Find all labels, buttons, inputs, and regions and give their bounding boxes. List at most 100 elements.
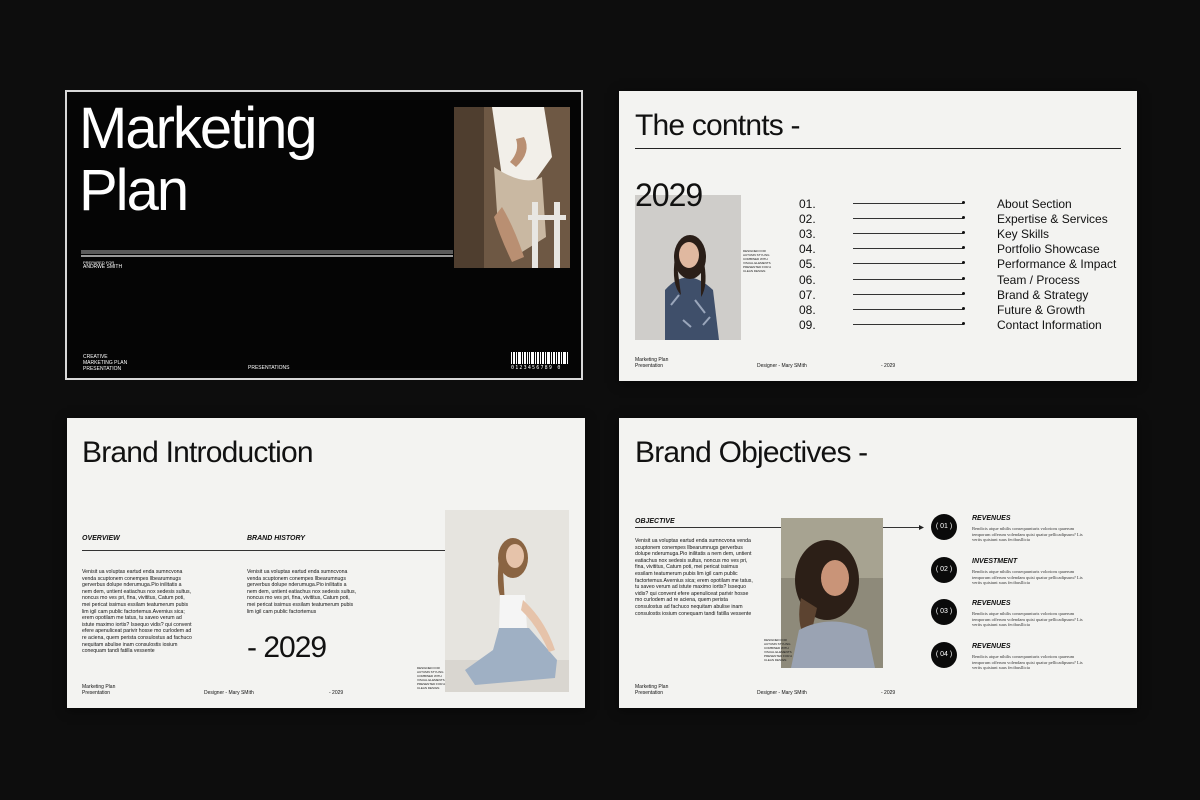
cover-footer-left: CREATIVE MARKETING PLAN PRESENTATION [83, 354, 128, 372]
overview-text: Venisit ua voluptas eartud enda sumncvon… [82, 569, 192, 655]
slide-cover: Marketing Plan PREPARED FOR ANDRWE SMITH… [65, 90, 583, 380]
contents-title: The contnts - [635, 109, 800, 142]
objective-number: ( 03 ) [931, 599, 957, 625]
toc-dot [962, 277, 965, 280]
objective-text: Venisit ua voluptas eartud enda sumncvon… [635, 538, 753, 617]
toc-number: 04. [799, 242, 816, 256]
toc-leader-line [853, 263, 963, 264]
photo-caption: DESIGNED FOR AUTUMN STYLING COMBINED WIT… [764, 638, 793, 662]
objective-item: ( 02 ) INVESTMENT Bendicis atque nihilis… [931, 557, 1131, 597]
toc-dot [962, 292, 965, 295]
footer-year: - 2029 [881, 363, 896, 369]
toc-leader-line [853, 233, 963, 234]
footer-year: - 2029 [329, 690, 344, 696]
barcode-icon [511, 352, 568, 364]
brand-history-text: Venisit ua voluptas eartud enda sumncvon… [247, 569, 356, 615]
slide-contents: The contnts - 2029 DESIGNED FOR AUTUMN S… [619, 91, 1137, 381]
toc-dot [962, 261, 965, 264]
objective-description: Bendicis atque nihilis consequunturis vo… [972, 569, 1083, 585]
footer-designer: Designer - Mary SMith [757, 363, 807, 369]
toc-leader-line [853, 309, 963, 310]
cover-title: Marketing Plan [79, 96, 318, 223]
toc-dot [962, 231, 965, 234]
objective-number: ( 04 ) [931, 642, 957, 668]
toc-label: Performance & Impact [997, 257, 1117, 271]
objective-heading: OBJECTIVE [635, 518, 675, 525]
objective-description: Bendicis atque nihilis consequunturis vo… [972, 611, 1083, 627]
toc-leader-line [853, 294, 963, 295]
footer-left: Marketing Plan Presentation [82, 684, 116, 696]
toc-dot [962, 246, 965, 249]
toc-item[interactable]: 05. Performance & Impact [799, 257, 1121, 272]
footer-year: - 2029 [881, 690, 896, 696]
toc-label: Team / Process [997, 273, 1080, 287]
objective-number: ( 02 ) [931, 557, 957, 583]
brand-intro-photo [445, 510, 569, 692]
toc-label: Contact Information [997, 318, 1102, 332]
barcode-numbers: 0123456789 0 [511, 365, 562, 371]
toc-dot [962, 307, 965, 310]
brand-history-heading: BRAND HISTORY [247, 535, 306, 542]
objective-item: ( 04 ) REVENUES Bendicis atque nihilis c… [931, 642, 1131, 682]
toc-number: 01. [799, 197, 816, 211]
objective-description: Bendicis atque nihilis consequunturis vo… [972, 526, 1083, 542]
brand-objectives-title: Brand Objectives - [635, 436, 868, 469]
toc-number: 02. [799, 212, 816, 226]
toc-label: Brand & Strategy [997, 288, 1089, 302]
toc-label: Expertise & Services [997, 212, 1108, 226]
cover-footer-middle: PRESENTATIONS [248, 365, 290, 371]
toc-leader-line [853, 248, 963, 249]
objective-number: ( 01 ) [931, 514, 957, 540]
prepared-for-name: ANDRWE SMITH [83, 264, 123, 270]
toc-item[interactable]: 06. Team / Process [799, 273, 1121, 288]
footer-left: Marketing Plan Presentation [635, 684, 669, 696]
contents-year: 2029 [635, 177, 703, 213]
cover-photo [454, 107, 570, 268]
photo-caption: DESIGNED FOR AUTUMN STYLING COMBINED WIT… [417, 666, 446, 690]
objective-description: Bendicis atque nihilis consequunturis vo… [972, 654, 1083, 670]
toc-item[interactable]: 04. Portfolio Showcase [799, 242, 1121, 257]
toc-label: Key Skills [997, 227, 1050, 241]
photo-caption: DESIGNED FOR AUTUMN STYLING COMBINED WIT… [743, 249, 772, 273]
objective-item: ( 03 ) REVENUES Bendicis atque nihilis c… [931, 599, 1131, 639]
arrow-right-icon [919, 525, 924, 530]
toc-number: 07. [799, 288, 816, 302]
toc-number: 05. [799, 257, 816, 271]
footer-designer: Designer - Mary SMith [757, 690, 807, 696]
toc-leader-line [853, 203, 963, 204]
toc-dot [962, 216, 965, 219]
footer-left: Marketing Plan Presentation [635, 357, 669, 369]
brand-intro-title: Brand Introduction [82, 436, 314, 469]
toc-item[interactable]: 01. About Section [799, 197, 1121, 212]
toc-item[interactable]: 02. Expertise & Services [799, 212, 1121, 227]
contents-photo [635, 195, 741, 340]
toc-dot [962, 201, 965, 204]
brand-intro-year: - 2029 [247, 631, 327, 664]
cover-bar-thin [81, 255, 453, 257]
toc-number: 03. [799, 227, 816, 241]
overview-heading: OVERVIEW [82, 535, 120, 542]
toc-number: 09. [799, 318, 816, 332]
objective-title: REVENUES [972, 515, 1011, 522]
toc-item[interactable]: 08. Future & Growth [799, 303, 1121, 318]
toc-number: 06. [799, 273, 816, 287]
cover-bar [81, 250, 453, 254]
footer-designer: Designer - Mary SMith [204, 690, 254, 696]
toc-item[interactable]: 07. Brand & Strategy [799, 288, 1121, 303]
toc-label: About Section [997, 197, 1072, 211]
objective-title: REVENUES [972, 600, 1011, 607]
toc-item[interactable]: 03. Key Skills [799, 227, 1121, 242]
objective-title: INVESTMENT [972, 558, 1018, 565]
toc-item[interactable]: 09. Contact Information [799, 318, 1121, 333]
toc-leader-line [853, 324, 963, 325]
brand-objectives-photo [781, 518, 883, 668]
toc-leader-line [853, 279, 963, 280]
title-divider [635, 148, 1121, 149]
toc-label: Portfolio Showcase [997, 242, 1100, 256]
toc-leader-line [853, 218, 963, 219]
toc-dot [962, 322, 965, 325]
slide-brand-objectives: Brand Objectives - OBJECTIVE Venisit ua … [619, 418, 1137, 708]
slide-brand-introduction: Brand Introduction OVERVIEW BRAND HISTOR… [67, 418, 585, 708]
toc-number: 08. [799, 303, 816, 317]
toc-label: Future & Growth [997, 303, 1086, 317]
